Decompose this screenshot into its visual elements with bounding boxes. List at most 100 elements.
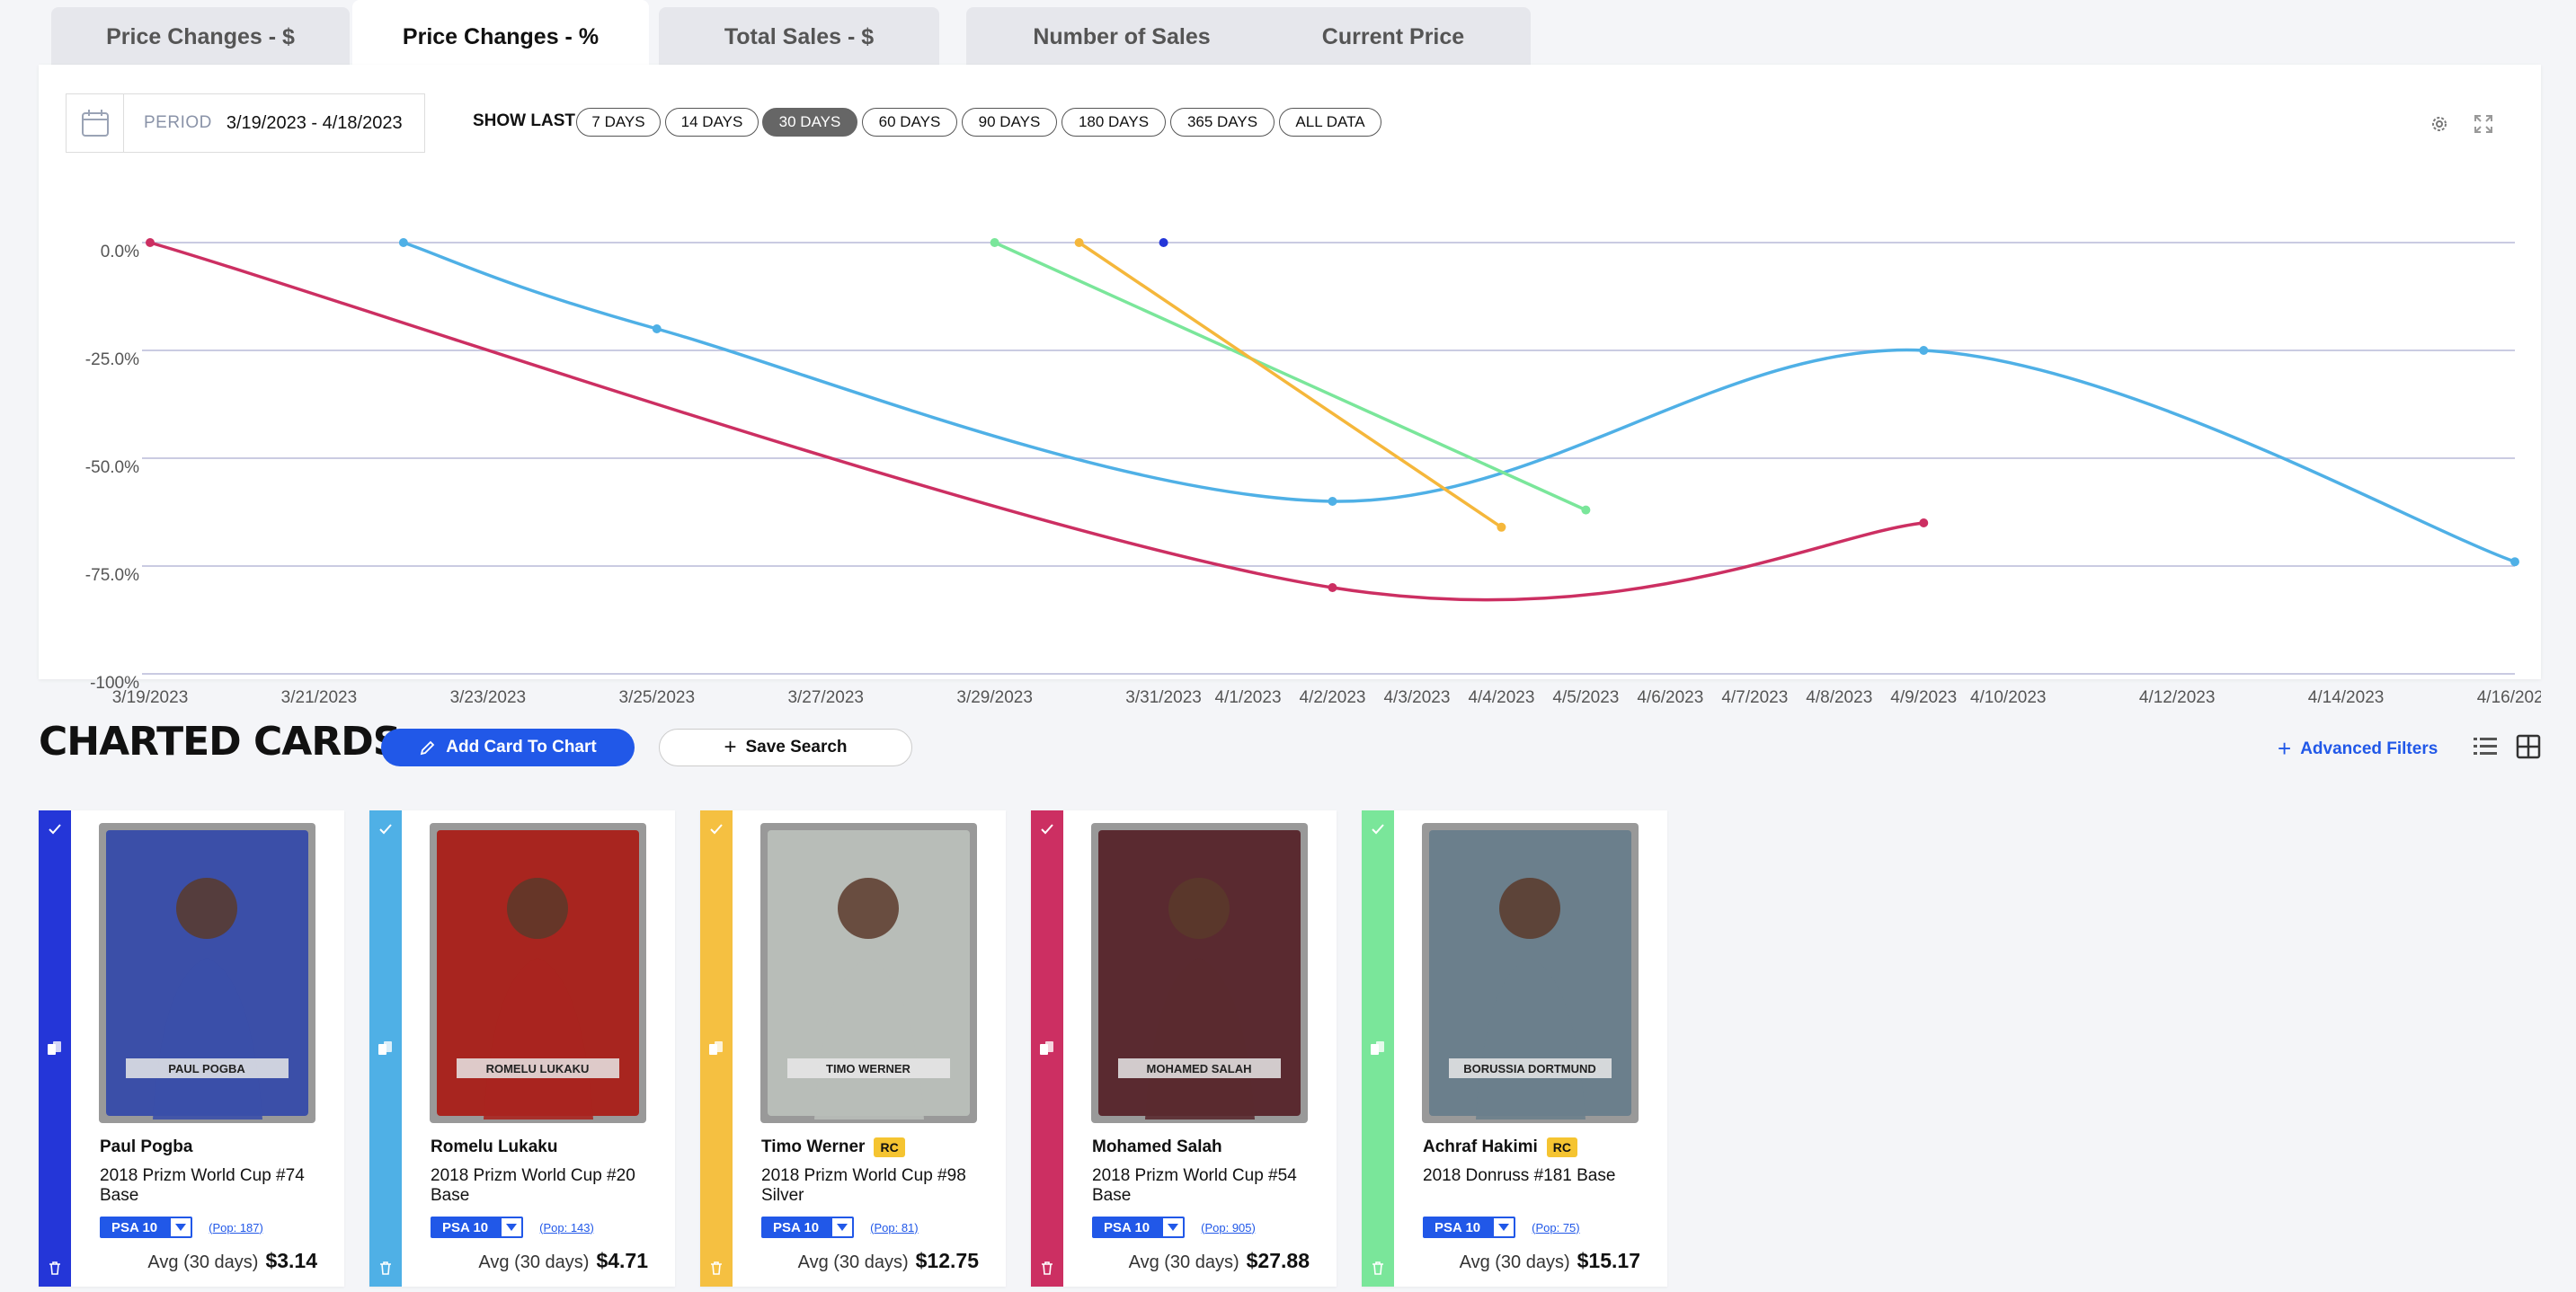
range-180-days[interactable]: 180 DAYS bbox=[1061, 108, 1166, 137]
trash-icon[interactable] bbox=[45, 1258, 65, 1278]
charted-cards-title: CHARTED CARDS bbox=[39, 719, 401, 765]
card-average-price: Avg (30 days) $4.71 bbox=[478, 1249, 648, 1273]
card-item[interactable]: TIMO WERNER Timo Werner RC 2018 Prizm Wor… bbox=[700, 810, 1006, 1287]
tab-number-of-sales[interactable]: Number of Sales bbox=[966, 7, 1277, 66]
chevron-down-icon[interactable] bbox=[1492, 1217, 1516, 1238]
card-player-name[interactable]: Achraf Hakimi RC bbox=[1423, 1137, 1578, 1157]
copy-icon[interactable] bbox=[376, 1039, 395, 1058]
x-tick-label: 4/6/2023 bbox=[1637, 688, 1703, 707]
data-point[interactable] bbox=[1328, 497, 1337, 506]
copy-icon[interactable] bbox=[1037, 1039, 1057, 1058]
pop-link[interactable]: (Pop: 81) bbox=[870, 1221, 918, 1234]
check-icon[interactable] bbox=[706, 819, 726, 839]
card-image[interactable]: TIMO WERNER bbox=[760, 823, 977, 1123]
card-image[interactable]: PAUL POGBA bbox=[99, 823, 315, 1123]
trash-icon[interactable] bbox=[1037, 1258, 1057, 1278]
data-point[interactable] bbox=[990, 238, 999, 247]
data-point[interactable] bbox=[1159, 238, 1168, 247]
check-icon[interactable] bbox=[45, 819, 65, 839]
calendar-icon[interactable] bbox=[67, 94, 124, 152]
card-image[interactable]: ROMELU LUKAKU bbox=[430, 823, 646, 1123]
tab-price-changes-percent[interactable]: Price Changes - % bbox=[352, 0, 649, 74]
trash-icon[interactable] bbox=[376, 1258, 395, 1278]
range-60-days[interactable]: 60 DAYS bbox=[862, 108, 957, 137]
player-name: Achraf Hakimi bbox=[1423, 1137, 1538, 1156]
series-line[interactable] bbox=[1078, 241, 1503, 529]
card-item[interactable]: MOHAMED SALAH Mohamed Salah 2018 Prizm W… bbox=[1031, 810, 1337, 1287]
card-player-name[interactable]: Paul Pogba bbox=[100, 1137, 192, 1157]
card-player-name[interactable]: Mohamed Salah bbox=[1092, 1137, 1222, 1157]
grade-badge[interactable]: PSA 10 bbox=[1092, 1217, 1162, 1238]
series-line[interactable] bbox=[993, 241, 1587, 512]
tab-total-sales[interactable]: Total Sales - $ bbox=[659, 7, 939, 66]
x-tick-label: 4/2/2023 bbox=[1300, 688, 1366, 707]
period-label: PERIOD bbox=[144, 113, 212, 132]
pop-link[interactable]: (Pop: 905) bbox=[1201, 1221, 1256, 1234]
chevron-down-icon[interactable] bbox=[500, 1217, 524, 1238]
chevron-down-icon[interactable] bbox=[831, 1217, 855, 1238]
copy-icon[interactable] bbox=[706, 1039, 726, 1058]
data-point[interactable] bbox=[1919, 518, 1929, 527]
copy-icon[interactable] bbox=[1368, 1039, 1388, 1058]
data-point[interactable] bbox=[1328, 583, 1337, 592]
grid-view-icon[interactable] bbox=[2515, 733, 2542, 760]
save-search-button[interactable]: + Save Search bbox=[659, 729, 912, 766]
check-icon[interactable] bbox=[1368, 819, 1388, 839]
y-tick-label: -25.0% bbox=[85, 350, 139, 369]
check-icon[interactable] bbox=[1037, 819, 1057, 839]
card-player-name[interactable]: Timo Werner RC bbox=[761, 1137, 905, 1157]
series-line[interactable] bbox=[403, 241, 2516, 563]
grade-badge[interactable]: PSA 10 bbox=[100, 1217, 170, 1238]
period-picker[interactable]: PERIOD 3/19/2023 - 4/18/2023 bbox=[66, 93, 425, 153]
trash-icon[interactable] bbox=[1368, 1258, 1388, 1278]
data-point[interactable] bbox=[1074, 238, 1084, 247]
data-point[interactable] bbox=[2510, 557, 2519, 567]
range-365-days[interactable]: 365 DAYS bbox=[1170, 108, 1275, 137]
pop-link[interactable]: (Pop: 187) bbox=[209, 1221, 263, 1234]
card-image[interactable]: BORUSSIA DORTMUND bbox=[1422, 823, 1639, 1123]
tab-price-changes-dollar[interactable]: Price Changes - $ bbox=[51, 7, 350, 66]
tab-current-price[interactable]: Current Price bbox=[1256, 7, 1531, 66]
range-90-days[interactable]: 90 DAYS bbox=[962, 108, 1057, 137]
advanced-filters-link[interactable]: + Advanced Filters bbox=[2278, 735, 2438, 763]
range-30-days[interactable]: 30 DAYS bbox=[762, 108, 857, 137]
data-point[interactable] bbox=[1497, 522, 1506, 532]
card-player-name[interactable]: Romelu Lukaku bbox=[431, 1137, 557, 1157]
chevron-down-icon[interactable] bbox=[1161, 1217, 1186, 1238]
grade-badge[interactable]: PSA 10 bbox=[1423, 1217, 1493, 1238]
grade-selector: PSA 10 (Pop: 81) bbox=[761, 1217, 919, 1238]
add-card-button[interactable]: Add Card To Chart bbox=[381, 729, 635, 766]
range-14-days[interactable]: 14 DAYS bbox=[665, 108, 759, 137]
series-line[interactable] bbox=[149, 241, 1924, 602]
grade-badge[interactable]: PSA 10 bbox=[761, 1217, 831, 1238]
card-average-price: Avg (30 days) $15.17 bbox=[1460, 1249, 1640, 1273]
x-tick-label: 3/19/2023 bbox=[112, 688, 189, 707]
card-item[interactable]: BORUSSIA DORTMUND Achraf Hakimi RC 2018 D… bbox=[1362, 810, 1667, 1287]
data-point[interactable] bbox=[146, 238, 155, 247]
chevron-down-icon[interactable] bbox=[169, 1217, 193, 1238]
rc-badge: RC bbox=[874, 1137, 905, 1157]
data-point[interactable] bbox=[398, 238, 408, 247]
data-point[interactable] bbox=[1581, 505, 1591, 515]
trash-icon[interactable] bbox=[706, 1258, 726, 1278]
expand-icon[interactable] bbox=[2473, 113, 2494, 135]
card-nameplate: ROMELU LUKAKU bbox=[486, 1062, 590, 1075]
list-view-icon[interactable] bbox=[2472, 733, 2499, 760]
pop-link[interactable]: (Pop: 143) bbox=[539, 1221, 594, 1234]
avg-label: Avg (30 days) bbox=[1459, 1252, 1570, 1272]
data-point[interactable] bbox=[652, 324, 662, 333]
pop-link[interactable]: (Pop: 75) bbox=[1532, 1221, 1579, 1234]
copy-icon[interactable] bbox=[45, 1039, 65, 1058]
card-item[interactable]: PAUL POGBA Paul Pogba 2018 Prizm World C… bbox=[39, 810, 344, 1287]
card-image[interactable]: MOHAMED SALAH bbox=[1091, 823, 1308, 1123]
range-all-data[interactable]: ALL DATA bbox=[1279, 108, 1381, 137]
avg-label: Avg (30 days) bbox=[797, 1252, 909, 1272]
check-icon[interactable] bbox=[376, 819, 395, 839]
grade-selector: PSA 10 (Pop: 75) bbox=[1423, 1217, 1580, 1238]
grade-badge[interactable]: PSA 10 bbox=[431, 1217, 501, 1238]
x-tick-label: 4/4/2023 bbox=[1468, 688, 1534, 707]
gear-icon[interactable] bbox=[2429, 113, 2450, 135]
card-item[interactable]: ROMELU LUKAKU Romelu Lukaku 2018 Prizm W… bbox=[369, 810, 675, 1287]
range-7-days[interactable]: 7 DAYS bbox=[576, 108, 661, 137]
data-point[interactable] bbox=[1919, 346, 1929, 355]
